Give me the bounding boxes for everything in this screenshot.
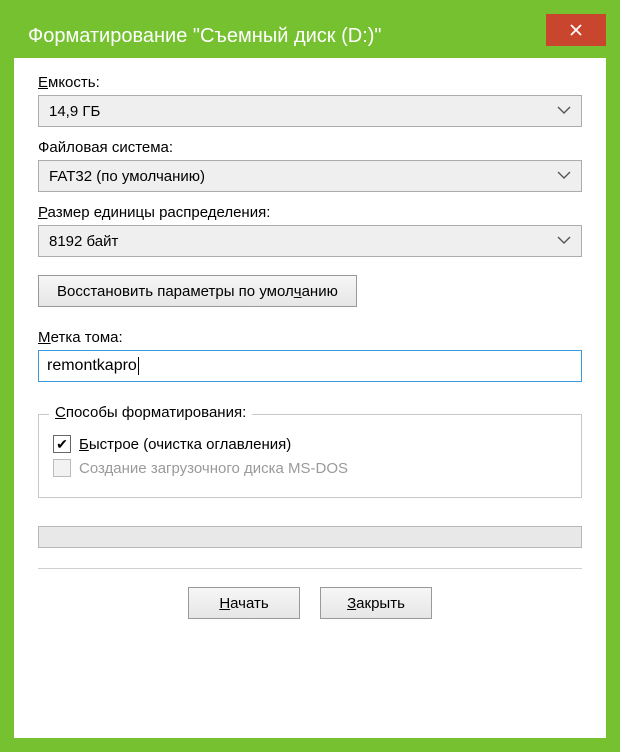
allocunit-select[interactable]: 8192 байт	[38, 225, 582, 257]
filesystem-select[interactable]: FAT32 (по умолчанию)	[38, 160, 582, 192]
msdos-boot-label: Создание загрузочного диска MS-DOS	[79, 460, 348, 477]
window-title: Форматирование "Съемный диск (D:)"	[28, 25, 382, 48]
dialog-body: Емкость: 14,9 ГБ Файловая система: FAT32…	[14, 58, 606, 738]
volume-label-input[interactable]: remontkapro	[38, 350, 582, 382]
capacity-value: 14,9 ГБ	[49, 103, 100, 120]
chevron-down-icon	[557, 235, 571, 247]
close-button[interactable]: Закрыть	[320, 587, 432, 619]
filesystem-field: Файловая система: FAT32 (по умолчанию)	[38, 139, 582, 192]
quick-format-checkbox[interactable]: ✔	[53, 435, 71, 453]
volume-label-value: remontkapro	[47, 357, 137, 375]
chevron-down-icon	[557, 170, 571, 182]
volume-label-label: Метка тома:	[38, 329, 582, 346]
allocunit-field: Размер единицы распределения: 8192 байт	[38, 204, 582, 257]
quick-format-row[interactable]: ✔ Быстрое (очистка оглавления)	[53, 435, 567, 453]
allocunit-value: 8192 байт	[49, 233, 118, 250]
capacity-field: Емкость: 14,9 ГБ	[38, 74, 582, 127]
capacity-label: Емкость:	[38, 74, 582, 91]
chevron-down-icon	[557, 105, 571, 117]
text-caret	[138, 357, 139, 375]
volume-label-field: Метка тома: remontkapro	[38, 329, 582, 382]
quick-format-label: Быстрое (очистка оглавления)	[79, 436, 291, 453]
restore-defaults-row: Восстановить параметры по умолчанию	[38, 275, 582, 307]
progress-bar	[38, 526, 582, 548]
titlebar: Форматирование "Съемный диск (D:)"	[14, 14, 606, 58]
dialog-footer: Начать Закрыть	[38, 568, 582, 619]
format-dialog: Форматирование "Съемный диск (D:)" Емкос…	[0, 0, 620, 752]
msdos-boot-checkbox	[53, 459, 71, 477]
capacity-select[interactable]: 14,9 ГБ	[38, 95, 582, 127]
restore-defaults-button[interactable]: Восстановить параметры по умолчанию	[38, 275, 357, 307]
start-button[interactable]: Начать	[188, 587, 300, 619]
msdos-boot-row: Создание загрузочного диска MS-DOS	[53, 459, 567, 477]
format-options-group: Способы форматирования: ✔ Быстрое (очист…	[38, 414, 582, 498]
allocunit-label: Размер единицы распределения:	[38, 204, 582, 221]
close-icon[interactable]	[546, 14, 606, 46]
filesystem-label: Файловая система:	[38, 139, 582, 156]
filesystem-value: FAT32 (по умолчанию)	[49, 168, 205, 185]
format-options-title: Способы форматирования:	[49, 404, 252, 421]
